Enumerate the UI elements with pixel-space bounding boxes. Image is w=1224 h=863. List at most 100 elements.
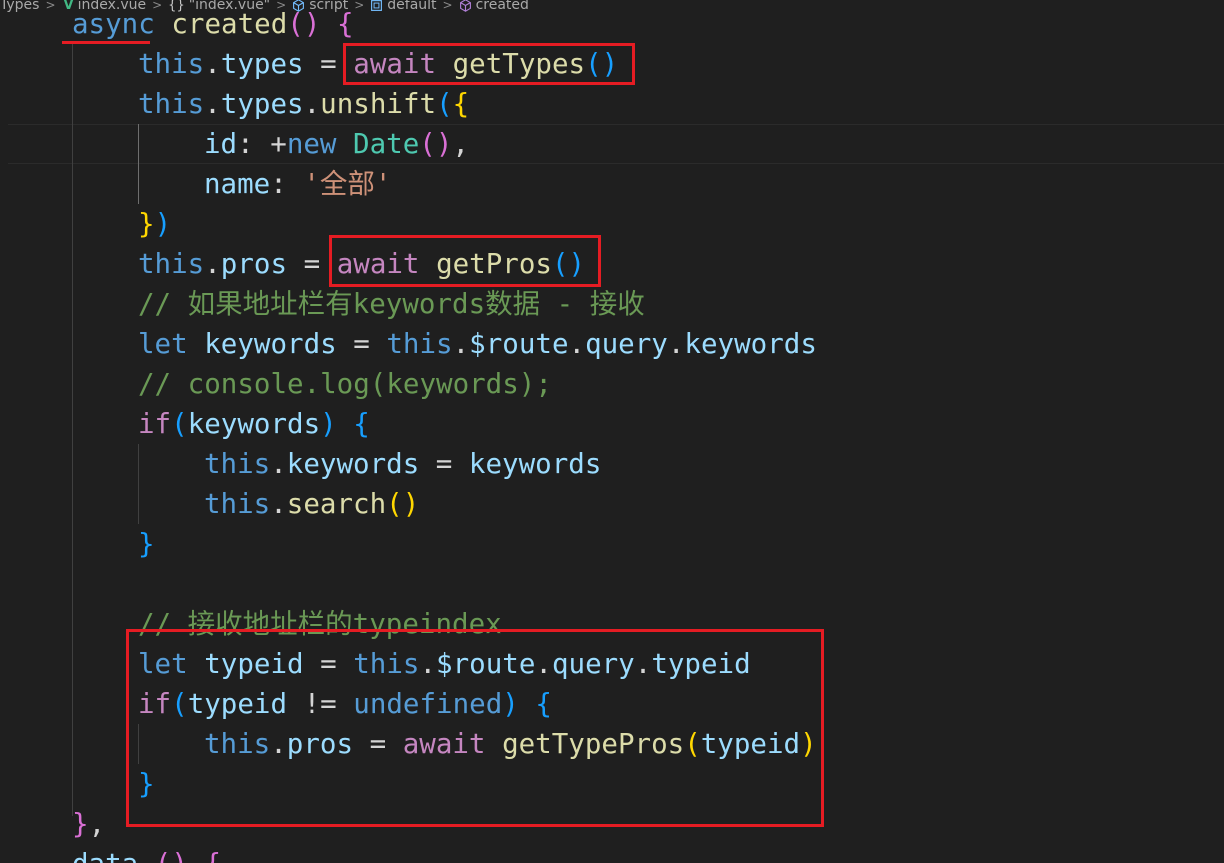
code-line[interactable]: }: [138, 524, 155, 564]
code-token: // console.log(keywords);: [138, 368, 552, 400]
code-token: {: [535, 688, 552, 720]
code-editor[interactable]: async created() {this.types = await getT…: [0, 0, 1224, 863]
code-token: // 接收地址栏的typeindex: [138, 608, 502, 640]
cube-icon: [292, 0, 305, 12]
code-line[interactable]: if(keywords) {: [138, 404, 370, 444]
code-token: .: [303, 88, 321, 120]
breadcrumb-item-module[interactable]: "index.vue": [189, 0, 270, 13]
code-token: {: [353, 408, 370, 440]
code-line[interactable]: // console.log(keywords);: [138, 364, 552, 404]
code-line[interactable]: this.pros = await getTypePros(typeid): [204, 724, 817, 764]
code-token: this: [138, 48, 205, 80]
code-token: keywords: [204, 328, 337, 360]
code-token: let: [138, 328, 188, 360]
breadcrumb-item-folder[interactable]: Types: [0, 0, 39, 13]
code-token: .: [204, 248, 221, 280]
annotation-underline: [62, 41, 150, 44]
breadcrumb-item-default[interactable]: default: [387, 0, 436, 13]
code-token: this: [353, 648, 420, 680]
code-token: this: [204, 448, 271, 480]
code-token: '全部': [303, 168, 392, 200]
code-token: :: [270, 168, 304, 200]
code-token: .: [270, 448, 287, 480]
code-line[interactable]: this.pros = await getPros(): [138, 244, 585, 284]
code-token: getTypes: [452, 48, 586, 80]
code-line[interactable]: this.types = await getTypes(): [138, 44, 618, 84]
code-line[interactable]: this.search(): [204, 484, 419, 524]
code-token: search: [286, 488, 387, 520]
code-token: }: [138, 208, 155, 240]
code-line[interactable]: if(typeid != undefined) {: [138, 684, 552, 724]
code-token: .: [634, 648, 652, 680]
code-token: =: [419, 448, 469, 480]
code-line[interactable]: let keywords = this.$route.query.keyword…: [138, 324, 817, 364]
code-token: !=: [287, 688, 354, 720]
breadcrumb: Types > V index.vue > {} "index.vue" > s…: [0, 0, 529, 14]
code-token: name: [204, 168, 271, 200]
code-token: keywords: [187, 408, 321, 440]
code-token: undefined: [353, 688, 503, 720]
code-token: ): [502, 688, 519, 720]
code-token: {: [204, 848, 221, 863]
code-token: }: [138, 528, 155, 560]
code-token: .: [204, 48, 221, 80]
code-line[interactable]: let typeid = this.$route.query.typeid: [138, 644, 751, 684]
code-line[interactable]: }): [138, 204, 171, 244]
code-token: (): [419, 128, 453, 160]
vue-file-icon: V: [63, 0, 74, 13]
code-token: getPros: [436, 248, 552, 280]
code-token: (: [684, 728, 701, 760]
code-line[interactable]: },: [72, 804, 105, 844]
code-token: =: [303, 648, 354, 680]
code-line[interactable]: id: +new Date(),: [204, 124, 469, 164]
code-token: let: [138, 648, 188, 680]
code-token: $route: [469, 328, 569, 360]
code-token: keywords: [684, 328, 817, 360]
code-token: query: [585, 328, 668, 360]
code-line[interactable]: this.types.unshift({: [138, 84, 469, 124]
breadcrumb-item-created[interactable]: created: [476, 0, 529, 13]
code-token: pros: [286, 728, 354, 760]
code-token: .: [568, 328, 586, 360]
breadcrumb-item-script[interactable]: script: [309, 0, 348, 13]
code-token: }: [138, 768, 155, 800]
code-line[interactable]: // 如果地址栏有keywords数据 - 接收: [138, 284, 645, 324]
code-token: query: [551, 648, 635, 680]
code-token: (: [436, 88, 453, 120]
indent-guide: [72, 44, 73, 816]
code-token: Date: [353, 128, 420, 160]
code-token: (): [551, 248, 586, 280]
code-token: (): [155, 848, 188, 863]
code-token: {: [452, 88, 470, 120]
code-line[interactable]: }: [138, 764, 155, 804]
code-token: getTypePros: [502, 728, 685, 760]
code-token: +: [270, 128, 287, 160]
code-token: ): [154, 208, 172, 240]
code-token: (): [585, 48, 619, 80]
code-token: $route: [436, 648, 536, 680]
code-token: if: [138, 408, 172, 440]
code-token: =: [287, 248, 337, 280]
object-icon: [370, 0, 383, 12]
code-line[interactable]: // 接收地址栏的typeindex: [138, 604, 502, 644]
braces-icon: {}: [168, 0, 185, 13]
code-line[interactable]: name: '全部': [204, 164, 391, 204]
breadcrumb-item-file[interactable]: index.vue: [78, 0, 147, 13]
code-token: (): [386, 488, 420, 520]
code-token: .: [452, 328, 470, 360]
indent-guide: [138, 444, 139, 524]
code-token: (: [171, 688, 188, 720]
code-line[interactable]: data () {: [72, 844, 221, 863]
code-token: data: [72, 848, 138, 863]
code-token: typeid: [204, 648, 304, 680]
code-token: .: [270, 728, 287, 760]
chevron-right-icon: >: [442, 0, 453, 12]
code-token: pros: [220, 248, 288, 280]
code-line[interactable]: this.keywords = keywords: [204, 444, 601, 484]
